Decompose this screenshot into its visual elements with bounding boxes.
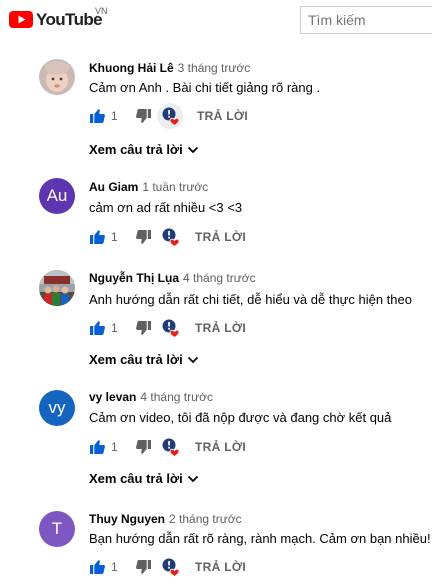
creator-heart-icon xyxy=(159,226,181,248)
like-icon[interactable] xyxy=(89,439,105,455)
view-replies-label: Xem câu trả lời xyxy=(89,471,183,486)
reply-button[interactable]: TRẢ LỜI xyxy=(195,321,246,335)
like-icon[interactable] xyxy=(89,320,105,336)
comment-header: Thuy Nguyen 2 tháng trước xyxy=(89,512,242,526)
like-icon[interactable] xyxy=(89,229,105,245)
comment-text: Bạn hướng dẫn rất rõ ràng, rành mạch. Cả… xyxy=(89,531,431,546)
dislike-icon[interactable] xyxy=(135,320,151,336)
comment-text: Anh hướng dẫn rất chi tiết, dễ hiểu và d… xyxy=(89,292,412,307)
reply-button[interactable]: TRẢ LỜI xyxy=(197,109,248,123)
like-count: 1 xyxy=(111,321,118,335)
creator-heart-icon xyxy=(159,317,181,339)
comment-text: Cảm ơn video, tôi đã nộp được và đang ch… xyxy=(89,410,392,425)
view-replies-button[interactable]: Xem câu trả lời xyxy=(89,142,199,157)
comment-author[interactable]: Khuong Hải Lê xyxy=(89,61,174,75)
comment-actions: 1 TRẢ LỜI xyxy=(89,225,246,249)
group-photo-avatar[interactable] xyxy=(39,270,75,306)
baby-photo-avatar[interactable] xyxy=(39,59,75,95)
youtube-logo[interactable]: YouTube VN xyxy=(9,6,108,29)
masthead: YouTube VN xyxy=(0,0,432,40)
chevron-down-icon xyxy=(187,356,199,364)
comment-author[interactable]: vy levan xyxy=(89,390,136,404)
comment-header: Khuong Hải Lê 3 tháng trước xyxy=(89,61,250,75)
comment-author[interactable]: Au Giam xyxy=(89,180,138,194)
chevron-down-icon xyxy=(187,146,199,154)
dislike-icon[interactable] xyxy=(135,439,151,455)
comment-time[interactable]: 4 tháng trước xyxy=(183,271,256,285)
comment-header: Au Giam 1 tuần trước xyxy=(89,180,208,194)
comment-time[interactable]: 3 tháng trước xyxy=(178,61,251,75)
search-input[interactable] xyxy=(308,12,428,28)
comment-author[interactable]: Nguyễn Thị Lụa xyxy=(89,271,179,285)
avatar-letters: Au xyxy=(46,186,68,205)
youtube-wordmark: YouTube xyxy=(36,9,103,29)
comment-header: Nguyễn Thị Lụa 4 tháng trước xyxy=(89,271,256,285)
comment-actions: 1 TRẢ LỜI xyxy=(89,103,248,129)
view-replies-label: Xem câu trả lời xyxy=(89,352,183,367)
creator-heart-icon xyxy=(157,103,183,129)
view-replies-button[interactable]: Xem câu trả lời xyxy=(89,352,199,367)
avatar[interactable]: T xyxy=(39,511,75,547)
baby-photo-icon xyxy=(39,59,75,95)
like-icon[interactable] xyxy=(89,108,105,124)
search-box[interactable] xyxy=(300,6,432,34)
group-photo-icon xyxy=(39,270,75,306)
like-count: 1 xyxy=(111,440,118,454)
dislike-icon[interactable] xyxy=(135,559,151,575)
view-replies-label: Xem câu trả lời xyxy=(89,142,183,157)
creator-heart-icon xyxy=(159,556,181,578)
dislike-icon[interactable] xyxy=(135,108,151,124)
avatar[interactable]: Au xyxy=(39,178,75,214)
comment-time[interactable]: 1 tuần trước xyxy=(142,180,208,194)
youtube-play-icon xyxy=(9,10,33,28)
comment-time[interactable]: 2 tháng trước xyxy=(169,512,242,526)
like-count: 1 xyxy=(111,109,118,123)
reply-button[interactable]: TRẢ LỜI xyxy=(195,230,246,244)
view-replies-button[interactable]: Xem câu trả lời xyxy=(89,471,199,486)
comment-text: Cảm ơn Anh . Bài chi tiết giảng rõ ràng … xyxy=(89,80,321,95)
comment-actions: 1 TRẢ LỜI xyxy=(89,555,246,579)
comment-text: cảm ơn ad rất nhiều <3 <3 xyxy=(89,200,243,215)
like-count: 1 xyxy=(111,230,118,244)
comment-header: vy levan 4 tháng trước xyxy=(89,390,213,404)
comment-actions: 1 TRẢ LỜI xyxy=(89,435,246,459)
like-count: 1 xyxy=(111,560,118,574)
creator-heart-icon xyxy=(159,436,181,458)
chevron-down-icon xyxy=(187,475,199,483)
country-code: VN xyxy=(95,6,108,16)
comment-author[interactable]: Thuy Nguyen xyxy=(89,512,165,526)
avatar[interactable]: vy xyxy=(39,390,75,426)
comment-actions: 1 TRẢ LỜI xyxy=(89,316,246,340)
avatar-letters: T xyxy=(51,519,63,538)
reply-button[interactable]: TRẢ LỜI xyxy=(195,560,246,574)
dislike-icon[interactable] xyxy=(135,229,151,245)
reply-button[interactable]: TRẢ LỜI xyxy=(195,440,246,454)
avatar-letters: vy xyxy=(48,398,66,417)
like-icon[interactable] xyxy=(89,559,105,575)
comment-time[interactable]: 4 tháng trước xyxy=(140,390,213,404)
